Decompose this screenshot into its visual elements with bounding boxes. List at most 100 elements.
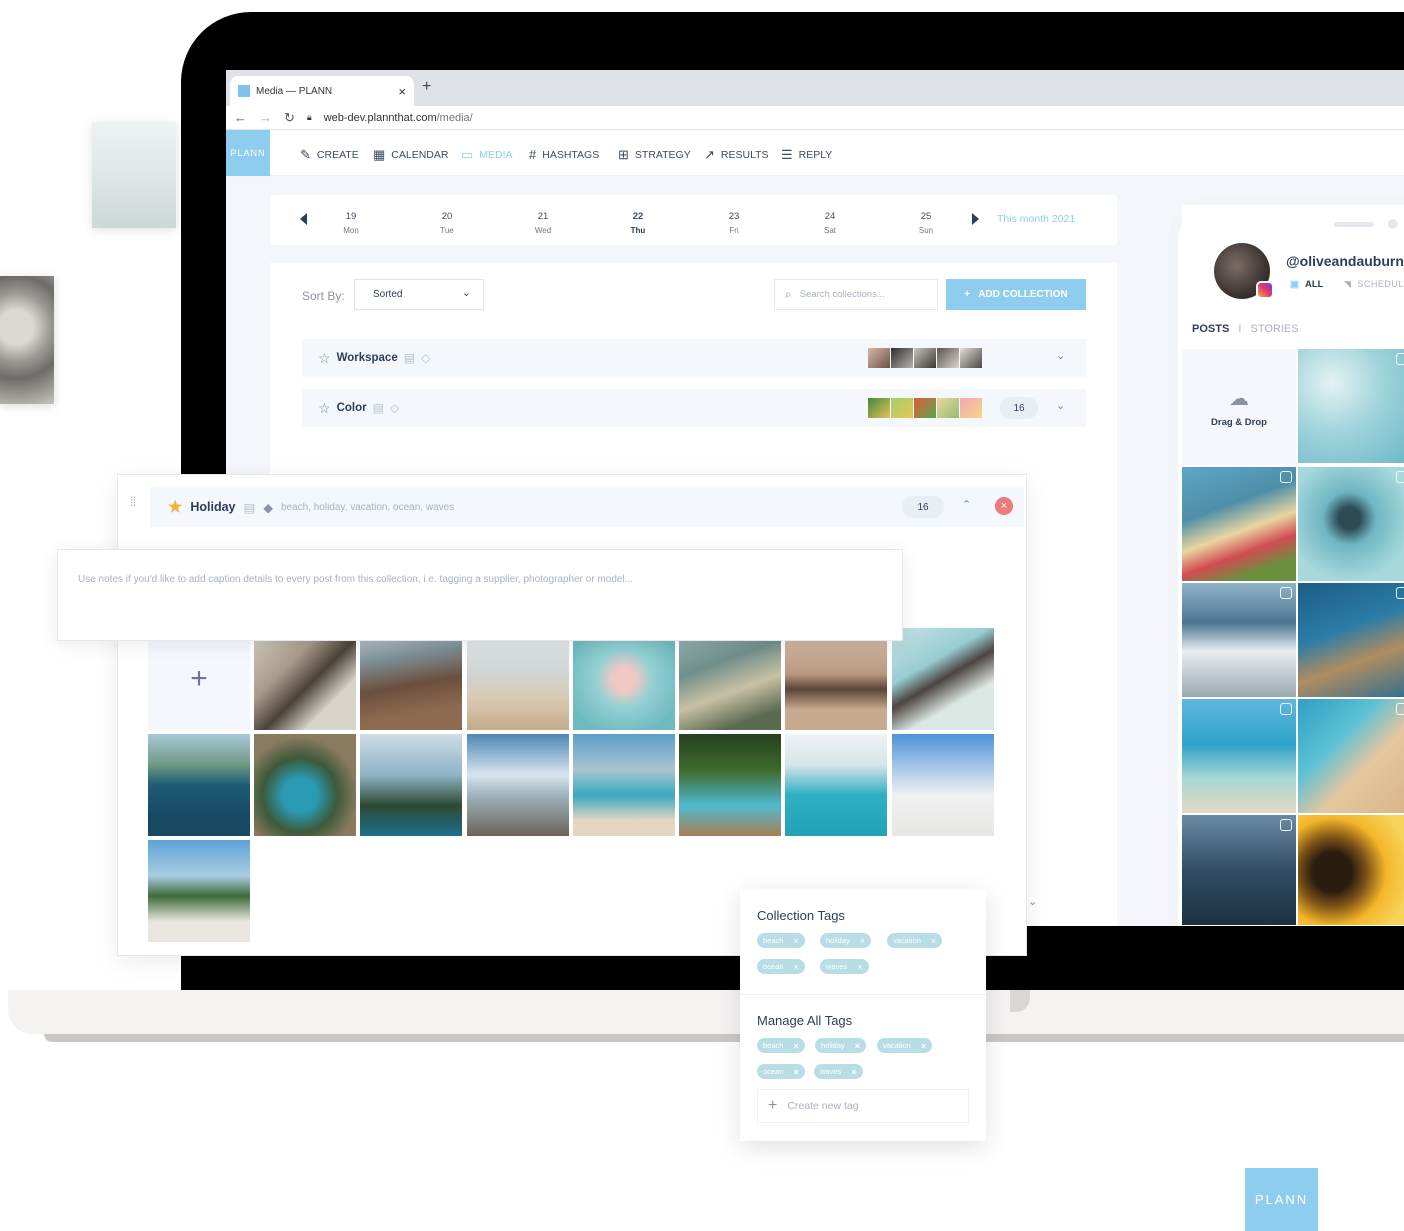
- prev-week-icon[interactable]: [300, 213, 307, 225]
- nav-hashtags[interactable]: # HASHTAGS: [529, 147, 599, 162]
- collection-row-workspace[interactable]: ☆ Workspace ▤ ◇ ⌄: [302, 339, 1086, 377]
- nav-calendar[interactable]: ▦ CALENDAR: [373, 147, 448, 163]
- tag-filled-icon[interactable]: ◆: [263, 500, 273, 515]
- delete-tag-icon[interactable]: ×: [793, 1041, 798, 1051]
- media-thumbnail[interactable]: [148, 840, 250, 942]
- filter-scheduled[interactable]: ◥SCHEDULED: [1344, 279, 1404, 290]
- tag-chip[interactable]: vacation ×: [877, 1038, 933, 1053]
- media-thumbnail[interactable]: [679, 628, 781, 730]
- nav-strategy[interactable]: ⊞ STRATEGY: [618, 147, 691, 163]
- media-thumbnail[interactable]: [573, 734, 675, 836]
- star-outline-icon[interactable]: ☆: [318, 400, 331, 417]
- nav-results[interactable]: ↗ RESULTS: [704, 147, 769, 163]
- drag-handle-icon[interactable]: ⁞⁞: [130, 495, 136, 508]
- day-20[interactable]: 20 Tue: [427, 210, 467, 238]
- feed-post[interactable]: [1298, 467, 1404, 581]
- star-outline-icon[interactable]: ☆: [318, 350, 331, 367]
- media-thumbnail[interactable]: [360, 734, 462, 836]
- media-thumbnail[interactable]: [573, 628, 675, 730]
- media-thumbnail[interactable]: [785, 628, 887, 730]
- feed-post[interactable]: [1182, 583, 1296, 697]
- plann-logo[interactable]: PLANN: [226, 130, 270, 176]
- notes-icon[interactable]: ▤: [373, 401, 384, 415]
- add-collection-button[interactable]: + ADD COLLECTION: [946, 279, 1086, 310]
- tab-close-icon[interactable]: ×: [398, 84, 406, 99]
- star-filled-icon[interactable]: ★: [168, 497, 182, 517]
- tag-chip[interactable]: beach ×: [757, 933, 805, 948]
- chevron-down-icon[interactable]: ⌄: [1056, 349, 1065, 362]
- delete-tag-icon[interactable]: ×: [851, 1067, 856, 1077]
- tag-chip[interactable]: holiday ×: [820, 933, 872, 948]
- close-icon[interactable]: ×: [995, 497, 1013, 515]
- remove-tag-icon[interactable]: ×: [931, 936, 936, 946]
- media-thumbnail[interactable]: [467, 734, 569, 836]
- day-22-today[interactable]: 22 Thu: [618, 210, 658, 238]
- tag-icon[interactable]: ◇: [390, 401, 399, 415]
- day-25[interactable]: 25 Sun: [906, 210, 946, 238]
- back-arrow-icon[interactable]: ←: [234, 110, 247, 125]
- tag-chip[interactable]: vacation ×: [887, 933, 943, 948]
- collection-notes-field[interactable]: Use notes if you'd like to add caption d…: [57, 549, 903, 641]
- drag-drop-zone[interactable]: ☁ Drag & Drop: [1182, 349, 1296, 465]
- day-24[interactable]: 24 Sat: [810, 210, 850, 238]
- feed-post[interactable]: [1182, 467, 1296, 581]
- media-thumbnail[interactable]: [892, 734, 994, 836]
- remove-tag-icon[interactable]: ×: [793, 962, 798, 972]
- media-thumbnail[interactable]: [467, 628, 569, 730]
- feed-post[interactable]: [1182, 699, 1296, 813]
- media-thumbnail[interactable]: [785, 734, 887, 836]
- delete-tag-icon[interactable]: ×: [793, 1067, 798, 1077]
- media-thumbnail[interactable]: [360, 628, 462, 730]
- tab-stories[interactable]: STORIES: [1250, 323, 1298, 335]
- tag-chip[interactable]: ocean ×: [757, 959, 805, 974]
- browser-tab[interactable]: Media — PLANN ×: [230, 76, 414, 106]
- day-23[interactable]: 23 Fri: [714, 210, 754, 238]
- tab-posts[interactable]: POSTS: [1192, 323, 1229, 335]
- feed-post[interactable]: [1298, 349, 1404, 463]
- remove-tag-icon[interactable]: ×: [860, 936, 865, 946]
- nav-media[interactable]: ▭ MEDIA: [461, 147, 513, 163]
- media-thumbnail[interactable]: [679, 734, 781, 836]
- tag-chip[interactable]: waves ×: [820, 959, 869, 974]
- delete-tag-icon[interactable]: ×: [921, 1041, 926, 1051]
- collection-row-holiday[interactable]: ★ Holiday ▤ ◆ beach, holiday, vacation, …: [150, 487, 1024, 527]
- create-tag-input[interactable]: + Create new tag: [757, 1089, 969, 1123]
- month-label[interactable]: This month 2021: [997, 213, 1075, 225]
- sort-select[interactable]: Sorted ⌄: [354, 279, 484, 310]
- url-field[interactable]: web-dev.plannthat.com/media/: [324, 112, 473, 124]
- tag-chip[interactable]: waves ×: [814, 1064, 863, 1079]
- feed-post[interactable]: [1298, 699, 1404, 813]
- chevron-down-icon[interactable]: ⌄: [1056, 399, 1065, 412]
- tag-chip[interactable]: beach ×: [757, 1038, 805, 1053]
- search-collections-input[interactable]: ⌕ Search collections...: [774, 279, 938, 310]
- delete-tag-icon[interactable]: ×: [855, 1041, 860, 1051]
- notes-icon[interactable]: ▤: [404, 351, 415, 365]
- collection-row-color[interactable]: ☆ Color ▤ ◇ 16 ⌄: [302, 389, 1086, 427]
- tag-chip[interactable]: ocean ×: [757, 1064, 805, 1079]
- account-handle[interactable]: @oliveandauburn: [1286, 253, 1404, 269]
- nav-reply[interactable]: ☰ REPLY: [781, 147, 832, 163]
- forward-arrow-icon[interactable]: →: [259, 110, 272, 125]
- add-media-button[interactable]: +: [148, 628, 250, 730]
- remove-tag-icon[interactable]: ×: [857, 962, 862, 972]
- reload-icon[interactable]: ↻: [284, 110, 295, 126]
- nav-create[interactable]: ✎ CREATE: [300, 147, 359, 163]
- media-thumbnail[interactable]: [254, 628, 356, 730]
- day-21[interactable]: 21 Wed: [523, 210, 563, 238]
- media-thumbnail[interactable]: [892, 628, 994, 730]
- notes-icon[interactable]: ▤: [244, 500, 256, 515]
- tag-chip[interactable]: holiday ×: [815, 1038, 867, 1053]
- feed-post[interactable]: [1298, 583, 1404, 697]
- next-week-icon[interactable]: [972, 213, 979, 225]
- feed-post[interactable]: [1298, 815, 1404, 925]
- chevron-down-icon[interactable]: ⌄: [1028, 895, 1037, 908]
- day-19[interactable]: 19 Mon: [331, 210, 371, 238]
- filter-all[interactable]: ▣ ALL: [1290, 279, 1323, 290]
- chevron-up-icon[interactable]: ⌃: [962, 498, 971, 511]
- tag-icon[interactable]: ◇: [421, 351, 430, 365]
- media-thumbnail[interactable]: [148, 734, 250, 836]
- new-tab-button[interactable]: +: [422, 78, 431, 96]
- remove-tag-icon[interactable]: ×: [793, 936, 798, 946]
- media-thumbnail[interactable]: [254, 734, 356, 836]
- feed-post[interactable]: [1182, 815, 1296, 925]
